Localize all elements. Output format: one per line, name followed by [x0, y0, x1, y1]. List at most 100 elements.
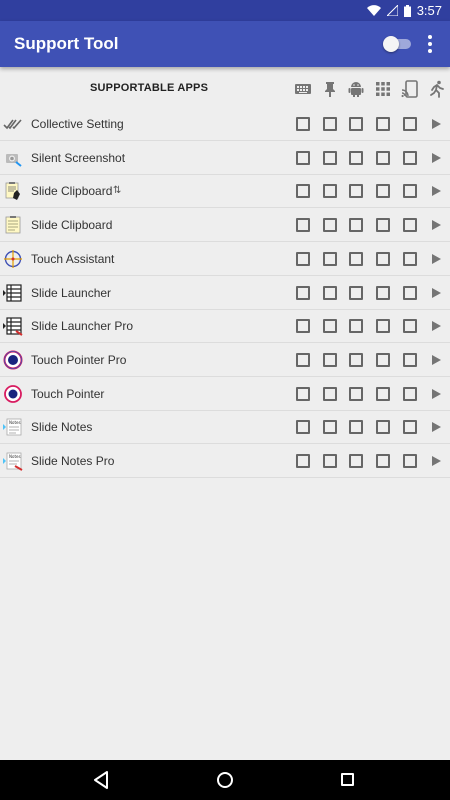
- checkbox-cast-screen[interactable]: [403, 286, 417, 300]
- back-icon[interactable]: [93, 771, 109, 794]
- running-person-icon[interactable]: [428, 80, 446, 98]
- checkbox-keyboard[interactable]: [296, 252, 310, 266]
- checkbox-cast-screen[interactable]: [403, 117, 417, 131]
- checkbox-keyboard[interactable]: [296, 151, 310, 165]
- checkbox-pin[interactable]: [323, 117, 337, 131]
- grid-icon[interactable]: [374, 80, 392, 98]
- app-row[interactable]: Touch Pointer Pro: [0, 343, 450, 377]
- app-row[interactable]: Slide Clipboard: [0, 208, 450, 242]
- checkbox-grid[interactable]: [376, 353, 390, 367]
- clipboard-icon: [3, 215, 23, 235]
- checkbox-keyboard[interactable]: [296, 218, 310, 232]
- checkbox-cast-screen[interactable]: [403, 387, 417, 401]
- checkbox-pin[interactable]: [323, 184, 337, 198]
- app-row[interactable]: Slide Clipboard ⇅: [0, 174, 450, 208]
- checkbox-pin[interactable]: [323, 454, 337, 468]
- app-name: Touch Pointer: [31, 387, 105, 401]
- checkbox-grid[interactable]: [376, 151, 390, 165]
- play-arrow-icon[interactable]: [432, 321, 441, 331]
- checkbox-grid[interactable]: [376, 420, 390, 434]
- checkbox-grid[interactable]: [376, 252, 390, 266]
- pin-icon[interactable]: [321, 80, 339, 98]
- checkbox-keyboard[interactable]: [296, 420, 310, 434]
- checkbox-pin[interactable]: [323, 319, 337, 333]
- play-arrow-icon[interactable]: [432, 422, 441, 432]
- checkbox-cast-screen[interactable]: [403, 252, 417, 266]
- play-arrow-icon[interactable]: [432, 288, 441, 298]
- checkbox-grid[interactable]: [376, 387, 390, 401]
- checkbox-grid[interactable]: [376, 286, 390, 300]
- checkbox-keyboard[interactable]: [296, 387, 310, 401]
- app-row[interactable]: Slide Launcher Pro: [0, 309, 450, 343]
- signal-icon: [386, 5, 398, 16]
- checkbox-pin[interactable]: [323, 353, 337, 367]
- checkbox-android[interactable]: [349, 319, 363, 333]
- play-arrow-icon[interactable]: [432, 389, 441, 399]
- column-header: SUPPORTABLE APPS: [0, 72, 450, 104]
- checkbox-pin[interactable]: [323, 420, 337, 434]
- play-arrow-icon[interactable]: [432, 153, 441, 163]
- enable-toggle[interactable]: [383, 36, 413, 52]
- svg-text:Notes: Notes: [9, 454, 21, 459]
- play-arrow-icon[interactable]: [432, 456, 441, 466]
- checkbox-cast-screen[interactable]: [403, 353, 417, 367]
- checkbox-pin[interactable]: [323, 387, 337, 401]
- checkbox-android[interactable]: [349, 420, 363, 434]
- checkbox-grid[interactable]: [376, 117, 390, 131]
- checkbox-android[interactable]: [349, 218, 363, 232]
- navigation-bar: [0, 760, 450, 800]
- pointer-pro-icon: [3, 350, 23, 370]
- checkbox-keyboard[interactable]: [296, 184, 310, 198]
- overflow-menu-icon[interactable]: [422, 34, 438, 54]
- app-row[interactable]: Touch Assistant: [0, 242, 450, 276]
- camera-icon: [3, 148, 23, 168]
- play-arrow-icon[interactable]: [432, 220, 441, 230]
- app-row[interactable]: Notes Slide Notes: [0, 410, 450, 444]
- checkbox-cast-screen[interactable]: [403, 420, 417, 434]
- checkbox-android[interactable]: [349, 286, 363, 300]
- section-title: SUPPORTABLE APPS: [90, 82, 209, 94]
- cast-screen-icon[interactable]: [401, 80, 419, 98]
- app-row[interactable]: Silent Screenshot: [0, 141, 450, 175]
- app-name: Silent Screenshot: [31, 151, 126, 165]
- recents-icon[interactable]: [341, 773, 354, 786]
- home-icon[interactable]: [217, 772, 233, 788]
- checkbox-pin[interactable]: [323, 218, 337, 232]
- checkbox-keyboard[interactable]: [296, 353, 310, 367]
- checkbox-pin[interactable]: [323, 151, 337, 165]
- play-arrow-icon[interactable]: [432, 355, 441, 365]
- play-arrow-icon[interactable]: [432, 119, 441, 129]
- app-title: Support Tool: [14, 34, 119, 53]
- checkbox-keyboard[interactable]: [296, 454, 310, 468]
- checkbox-cast-screen[interactable]: [403, 319, 417, 333]
- checkbox-cast-screen[interactable]: [403, 151, 417, 165]
- checkbox-keyboard[interactable]: [296, 286, 310, 300]
- checkbox-grid[interactable]: [376, 218, 390, 232]
- checkbox-keyboard[interactable]: [296, 319, 310, 333]
- checkbox-android[interactable]: [349, 117, 363, 131]
- app-row[interactable]: Slide Launcher: [0, 276, 450, 310]
- checkbox-android[interactable]: [349, 252, 363, 266]
- app-row[interactable]: Touch Pointer: [0, 377, 450, 411]
- checkbox-grid[interactable]: [376, 319, 390, 333]
- checkbox-pin[interactable]: [323, 286, 337, 300]
- checkbox-cast-screen[interactable]: [403, 184, 417, 198]
- play-arrow-icon[interactable]: [432, 186, 441, 196]
- checkbox-cast-screen[interactable]: [403, 454, 417, 468]
- checkbox-grid[interactable]: [376, 454, 390, 468]
- checkbox-android[interactable]: [349, 387, 363, 401]
- keyboard-icon[interactable]: [294, 80, 312, 98]
- checkbox-keyboard[interactable]: [296, 117, 310, 131]
- checkbox-android[interactable]: [349, 184, 363, 198]
- checkbox-cast-screen[interactable]: [403, 218, 417, 232]
- app-row[interactable]: Collective Setting: [0, 107, 450, 141]
- checkbox-android[interactable]: [349, 454, 363, 468]
- checkbox-pin[interactable]: [323, 252, 337, 266]
- app-row[interactable]: Notes Slide Notes Pro: [0, 444, 450, 478]
- launcher-icon: [3, 283, 23, 303]
- checkbox-android[interactable]: [349, 151, 363, 165]
- play-arrow-icon[interactable]: [432, 254, 441, 264]
- checkbox-grid[interactable]: [376, 184, 390, 198]
- checkbox-android[interactable]: [349, 353, 363, 367]
- android-icon[interactable]: [347, 80, 365, 98]
